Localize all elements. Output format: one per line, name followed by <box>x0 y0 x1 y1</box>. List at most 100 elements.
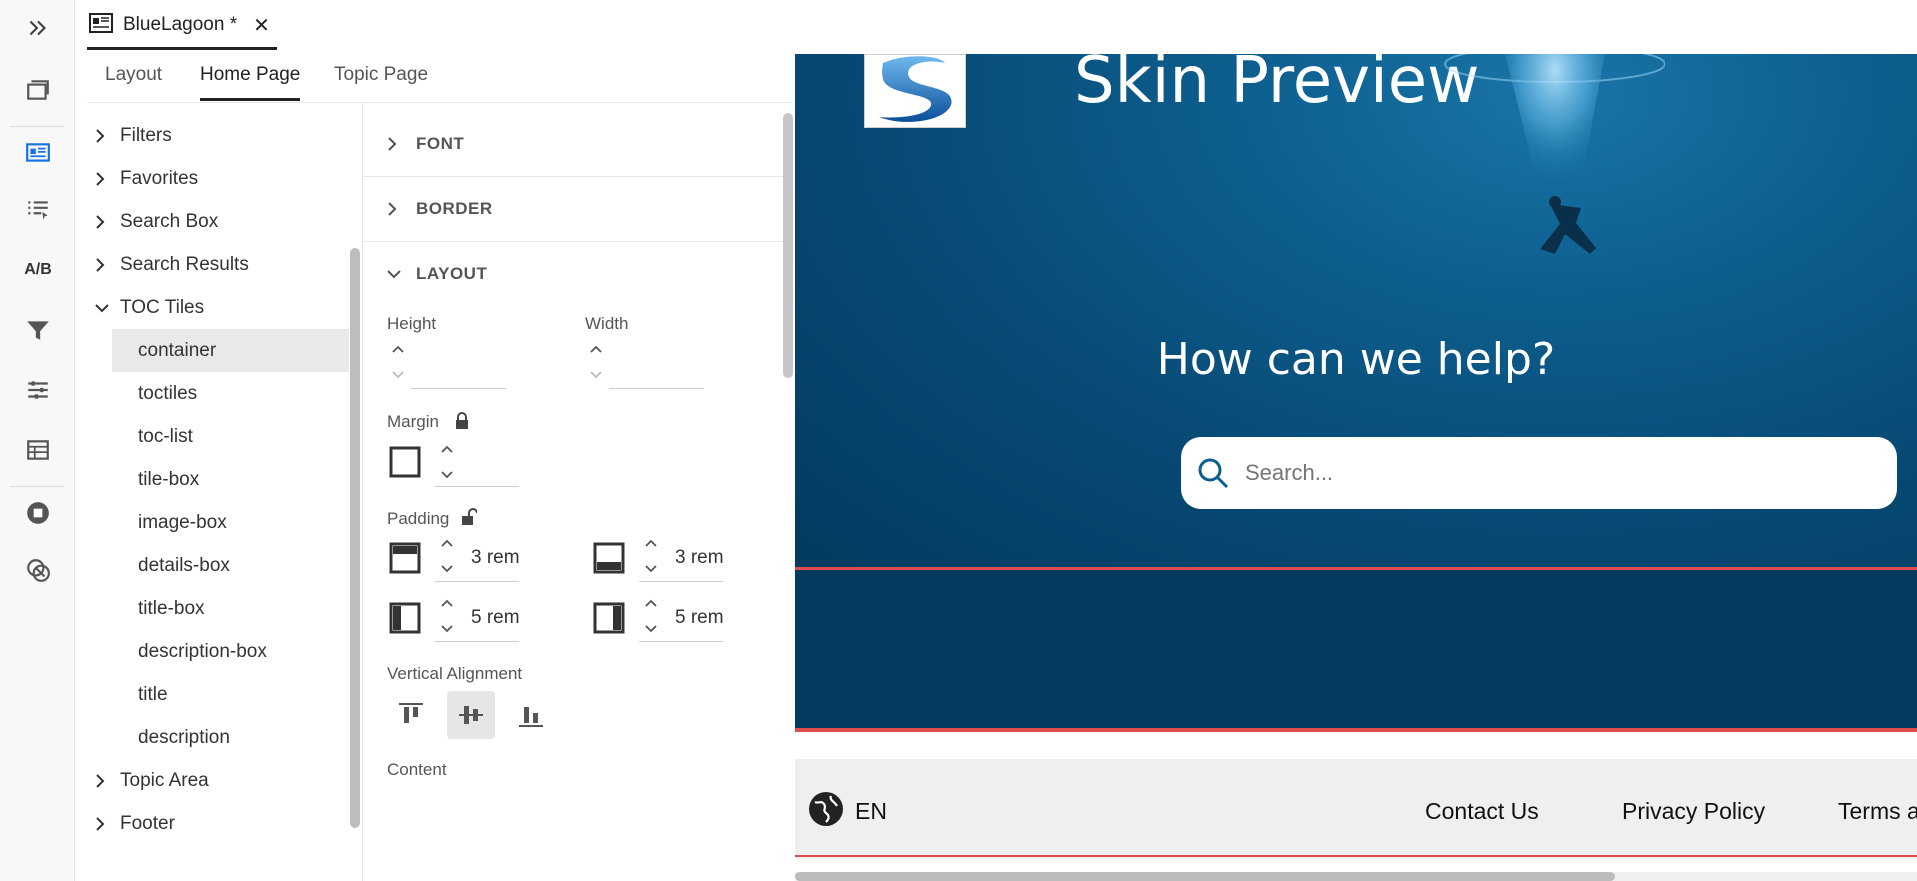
preview-footer: EN Contact Us Privacy Policy Terms a <box>795 759 1917 859</box>
windows-icon[interactable] <box>22 74 54 106</box>
skin-editor-icon[interactable] <box>22 137 54 169</box>
hero-banner: Skin Preview How can we help? <box>795 54 1917 569</box>
tree-item-toc-tiles[interactable]: TOC Tiles <box>74 286 349 329</box>
tree-child-image-box[interactable]: image-box <box>112 501 349 544</box>
tree-item-search-box[interactable]: Search Box <box>74 200 349 243</box>
padding-top-value[interactable]: 3 rem <box>471 547 520 569</box>
tree-child-description[interactable]: description <box>112 716 349 759</box>
content-label: Content <box>387 760 447 779</box>
chevron-right-icon <box>94 257 120 273</box>
width-stepper[interactable] <box>589 343 603 383</box>
toc-tiles-band <box>795 570 1917 728</box>
chevron-down-icon <box>94 302 120 314</box>
language-selector[interactable]: EN <box>855 798 887 825</box>
globe-icon[interactable] <box>807 790 845 828</box>
height-stepper[interactable] <box>391 343 405 383</box>
preview-subtitle: How can we help? <box>1156 334 1556 385</box>
padding-top-stepper[interactable] <box>440 537 454 577</box>
align-top-button[interactable] <box>387 691 435 739</box>
properties-scrollbar[interactable] <box>783 113 793 378</box>
lock-icon[interactable] <box>455 412 469 430</box>
height-label: Height <box>387 314 437 333</box>
align-bottom-icon <box>519 707 543 727</box>
skin-document-icon <box>89 12 113 39</box>
chevron-right-icon <box>94 816 120 832</box>
diver-illustration-icon <box>1444 54 1665 254</box>
skin-preview-pane: Skin Preview How can we help? EN Contact… <box>795 54 1917 881</box>
tree-child-description-box[interactable]: description-box <box>112 630 349 673</box>
padding-right-value[interactable]: 5 rem <box>675 607 724 629</box>
tree-item-search-results[interactable]: Search Results <box>74 243 349 286</box>
padding-bottom-stepper[interactable] <box>644 537 658 577</box>
padding-label: Padding <box>387 509 450 528</box>
tree-item-topic-area[interactable]: Topic Area <box>74 759 349 802</box>
chevron-right-icon <box>94 214 120 230</box>
tree-child-title[interactable]: title <box>112 673 349 716</box>
chevron-right-icon <box>94 773 120 789</box>
activity-rail: A/B <box>0 0 75 881</box>
site-logo <box>864 54 966 128</box>
tab-layout[interactable]: Layout <box>105 64 162 86</box>
color-blend-icon[interactable] <box>22 554 54 586</box>
align-middle-button[interactable] <box>447 691 495 739</box>
footer-link-terms[interactable]: Terms a <box>1838 798 1917 825</box>
footer-link-contact-us[interactable]: Contact Us <box>1425 798 1539 825</box>
element-tree: Filters Favorites Search Box Search Resu… <box>74 103 363 881</box>
close-tab-icon[interactable]: ✕ <box>253 13 270 38</box>
expand-double-chevron-icon[interactable] <box>22 12 54 44</box>
filter-icon[interactable] <box>22 314 54 346</box>
properties-panel: FONT BORDER LAYOUT Height Width Margin P… <box>363 103 793 881</box>
tree-child-toc-list[interactable]: toc-list <box>112 415 349 458</box>
padding-bottom-value[interactable]: 3 rem <box>675 547 724 569</box>
chevron-right-icon <box>386 136 416 152</box>
margin-all-sides-icon[interactable] <box>389 446 421 478</box>
preview-search-input[interactable] <box>1243 459 1847 487</box>
padding-right-stepper[interactable] <box>644 597 658 637</box>
sub-tab-bar: Layout Home Page Topic Page <box>87 50 793 103</box>
sliders-icon[interactable] <box>22 374 54 406</box>
file-tab[interactable]: BlueLagoon * ✕ <box>87 0 277 50</box>
tree-child-title-box[interactable]: title-box <box>112 587 349 630</box>
toc-settings-icon[interactable] <box>22 194 54 226</box>
file-tab-title: BlueLagoon * <box>123 14 238 35</box>
chevron-right-icon <box>94 171 120 187</box>
section-border[interactable]: BORDER <box>363 177 783 242</box>
tree-item-footer[interactable]: Footer <box>74 802 349 845</box>
stop-icon[interactable] <box>22 497 54 529</box>
tab-topic-page[interactable]: Topic Page <box>334 64 428 86</box>
tree-child-container[interactable]: container <box>112 329 349 372</box>
logo-swoosh-icon <box>879 56 952 122</box>
tab-home-page[interactable]: Home Page <box>200 64 301 101</box>
preview-horizontal-scrollbar[interactable] <box>795 872 1917 881</box>
ab-test-icon[interactable]: A/B <box>22 254 54 286</box>
padding-right-icon[interactable] <box>593 602 625 634</box>
preview-search-box[interactable] <box>1181 437 1897 509</box>
padding-bottom-icon[interactable] <box>593 542 625 574</box>
chevron-right-icon <box>386 201 416 217</box>
tree-child-tile-box[interactable]: tile-box <box>112 458 349 501</box>
align-middle-icon <box>459 706 483 724</box>
tree-scrollbar[interactable] <box>350 248 360 828</box>
chevron-right-icon <box>94 128 120 144</box>
table-icon[interactable] <box>22 434 54 466</box>
vertical-alignment-label: Vertical Alignment <box>387 664 523 683</box>
padding-top-icon[interactable] <box>389 542 421 574</box>
align-top-icon <box>399 703 423 723</box>
margin-label: Margin <box>387 412 439 431</box>
section-layout[interactable]: LAYOUT <box>363 242 783 306</box>
search-icon <box>1198 458 1229 489</box>
tree-item-filters[interactable]: Filters <box>74 114 349 157</box>
section-font[interactable]: FONT <box>363 112 783 177</box>
padding-left-stepper[interactable] <box>440 597 454 637</box>
padding-left-value[interactable]: 5 rem <box>471 607 520 629</box>
width-label: Width <box>585 314 629 333</box>
chevron-down-icon <box>386 268 416 280</box>
margin-stepper[interactable] <box>440 443 454 483</box>
align-bottom-button[interactable] <box>507 691 555 739</box>
padding-left-icon[interactable] <box>389 602 421 634</box>
tree-item-favorites[interactable]: Favorites <box>74 157 349 200</box>
footer-link-privacy-policy[interactable]: Privacy Policy <box>1622 798 1765 825</box>
tree-child-details-box[interactable]: details-box <box>112 544 349 587</box>
unlock-icon[interactable] <box>461 508 477 526</box>
tree-child-toctiles[interactable]: toctiles <box>112 372 349 415</box>
